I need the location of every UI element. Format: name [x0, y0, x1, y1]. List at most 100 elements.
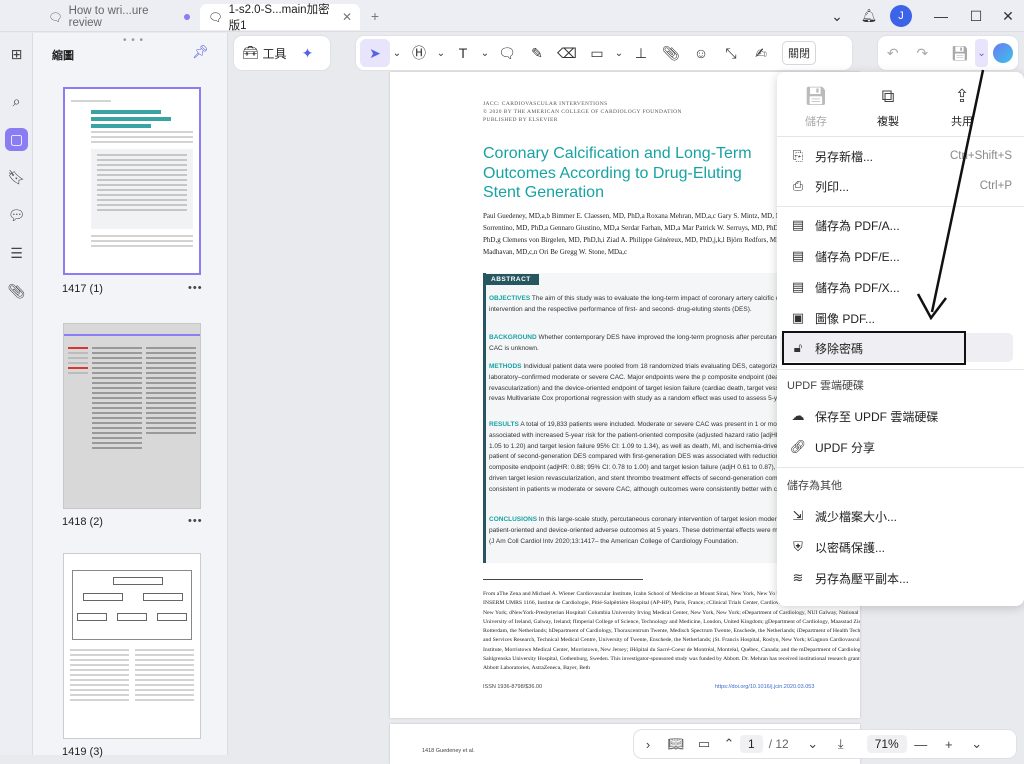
chevron-down-icon[interactable]: ⌄ [612, 39, 626, 67]
printer-icon: ⎙ [792, 178, 804, 193]
pencil-icon[interactable]: ✎ [522, 39, 552, 67]
thumbnail-icon[interactable]: ▢ [5, 128, 28, 151]
reading-mode-icon[interactable]: 📖︎ [662, 732, 690, 756]
menu-share-button[interactable]: ⇪ 共用 [927, 86, 997, 129]
save-icon: 💾︎ [804, 86, 828, 106]
journal-copyright: © 2020 BY THE AMERICAN COLLEGE OF CARDIO… [483, 109, 682, 115]
next-page-icon[interactable]: ⌄ [799, 732, 827, 756]
minimize-button[interactable]: — [930, 5, 952, 27]
chevron-down-icon[interactable]: ⌄ [974, 39, 989, 67]
text-icon[interactable]: T [448, 39, 478, 67]
objectives-label: OBJECTIVES [489, 295, 531, 302]
eraser-icon[interactable]: ⌫ [552, 39, 582, 67]
doi-link[interactable]: https://doi.org/10.1016/j.jcin.2020.03.0… [715, 684, 814, 690]
menu-item-label: UPDF 分享 [815, 440, 876, 455]
menu-flatten-copy[interactable]: ≋ 另存為壓平副本... [777, 564, 1024, 592]
collapse-icon[interactable]: › [634, 732, 662, 756]
menu-password-protect[interactable]: ⛨ 以密碼保護... [777, 533, 1024, 561]
menu-copy-label: 複製 [877, 116, 899, 128]
save-icon[interactable]: 💾︎ [945, 39, 975, 67]
bookmark-icon[interactable]: 🔖︎ [5, 166, 28, 189]
highlight-box [782, 331, 966, 365]
last-page-icon[interactable]: ⤓ [827, 732, 855, 756]
comment-list-icon[interactable]: 💬︎ [5, 204, 28, 227]
zoom-in-icon[interactable]: + [935, 732, 963, 756]
page-thumbnail-1[interactable] [63, 87, 201, 275]
presentation-icon[interactable]: ▭ [690, 732, 718, 756]
chevron-down-icon[interactable]: ⌄ [826, 5, 848, 27]
menu-updf-share[interactable]: 🔗︎ UPDF 分享 [777, 433, 1024, 461]
menu-save-button[interactable]: 💾︎ 儲存 [781, 86, 851, 129]
menu-reduce-size[interactable]: ⇲ 減少檔案大小... [777, 502, 1024, 530]
menu-save-pdf-x[interactable]: ▤ 儲存為 PDF/X... [777, 273, 1024, 301]
signature-icon[interactable]: ✍ [746, 39, 776, 67]
more-icon[interactable]: ••• [188, 515, 203, 527]
rectangle-icon[interactable]: ▭ [582, 39, 612, 67]
toolbox-icon: 🧰︎ [242, 45, 259, 60]
save-as-icon: ⎘ [792, 148, 804, 163]
pin-icon[interactable]: 📌︎ [192, 44, 209, 60]
menu-item-label: 另存新檔... [815, 149, 874, 164]
menu-save-as[interactable]: ⎘ 另存新檔... Ctrl+Shift+S [777, 142, 1024, 170]
select-cursor-icon[interactable]: ➤ [360, 39, 390, 67]
abstract-label: ABSTRACT [483, 274, 539, 285]
upd-ai-icon[interactable] [988, 39, 1018, 67]
tab-document-2[interactable]: 🗨 1-s2.0-S...main加密版1 ✕ [200, 4, 360, 32]
tools-button[interactable]: 🧰︎ 工具 [234, 45, 287, 62]
tab-document-1[interactable]: 🗨 How to wri...ure review [40, 4, 198, 30]
bottom-navigation-bar: › 📖︎ ▭ ⌃ 1 / 12 ⌄ ⤓ 71% — + ⌄ [634, 730, 1016, 758]
undo-icon[interactable]: ↶ [878, 39, 908, 67]
zoom-out-icon[interactable]: — [907, 732, 935, 756]
menu-item-label: 圖像 PDF... [815, 311, 876, 326]
menu-save-to-cloud[interactable]: ☁ 保存至 UPDF 雲端硬碟 [777, 402, 1024, 430]
add-tab-button[interactable]: + [364, 5, 386, 27]
more-icon[interactable]: ••• [188, 282, 203, 294]
fit-page-icon[interactable]: ⌄ [963, 732, 991, 756]
menu-save-pdf-a[interactable]: ▤ 儲存為 PDF/A... [777, 211, 1024, 239]
link-icon: 🔗︎ [789, 439, 807, 454]
comment-icon[interactable]: 🗨 [492, 39, 522, 67]
menu-copy-button[interactable]: ⧉ 複製 [853, 86, 923, 129]
menu-share-label: 共用 [951, 116, 973, 128]
paperclip-icon[interactable]: 📎︎ [656, 39, 686, 67]
ai-sparkle-icon[interactable]: ✦ [293, 39, 323, 67]
layers-icon: ≋ [792, 570, 804, 585]
grid-icon[interactable]: ⊞ [5, 43, 28, 66]
resize-handle[interactable]: • • • [123, 35, 144, 46]
left-icon-bar: ⊞ ⌕ ▢ 🔖︎ 💬︎ ☰ 📎︎ [0, 33, 33, 755]
redo-icon[interactable]: ↷ [908, 39, 938, 67]
share-icon: ⇪ [954, 86, 970, 106]
zoom-level[interactable]: 71% [866, 735, 907, 753]
page-number-input[interactable]: 1 [740, 735, 763, 753]
close-toolbar-button[interactable]: 關閉 [782, 41, 816, 65]
page-thumbnail-2[interactable] [63, 323, 201, 509]
panel-title: 縮圖 [52, 50, 74, 62]
avatar[interactable]: J [890, 5, 912, 27]
attachment-icon[interactable]: 📎︎ [5, 280, 28, 303]
page-label-3: 1419 (3) [62, 746, 103, 758]
maximize-button[interactable]: ☐ [965, 5, 987, 27]
chevron-down-icon[interactable]: ⌄ [390, 39, 404, 67]
highlight-icon[interactable]: Ⓗ [404, 39, 434, 67]
chevron-down-icon[interactable]: ⌄ [434, 39, 448, 67]
menu-save-pdf-e[interactable]: ▤ 儲存為 PDF/E... [777, 242, 1024, 270]
page-total: / 12 [768, 737, 789, 751]
stamp-icon[interactable]: ⊥ [626, 39, 656, 67]
tab-label: How to wri...ure review [68, 5, 149, 29]
menu-print[interactable]: ⎙ 列印... Ctrl+P [777, 172, 1024, 200]
sticker-icon[interactable]: ☺ [686, 39, 716, 67]
tab-label: 1-s2.0-S...main加密版1 [228, 4, 330, 32]
close-tab-icon[interactable]: ✕ [342, 10, 352, 24]
article-title: Coronary Calcification and Long-Term Out… [483, 145, 752, 201]
results-label: RESULTS [489, 421, 519, 428]
page2-header: 1418 Guedeney et al. [422, 748, 475, 754]
previous-page-icon[interactable]: ⌃ [718, 732, 740, 756]
close-window-button[interactable]: ✕ [997, 5, 1019, 27]
database-icon[interactable]: ☰ [5, 242, 28, 265]
measure-icon[interactable]: ⤡ [716, 39, 746, 67]
menu-image-pdf[interactable]: ▣ 圖像 PDF... [777, 304, 1024, 332]
bell-icon[interactable]: 🔔︎ [858, 5, 880, 27]
chevron-down-icon[interactable]: ⌄ [478, 39, 492, 67]
search-icon[interactable]: ⌕ [5, 90, 28, 113]
page-thumbnail-3[interactable] [63, 553, 201, 739]
